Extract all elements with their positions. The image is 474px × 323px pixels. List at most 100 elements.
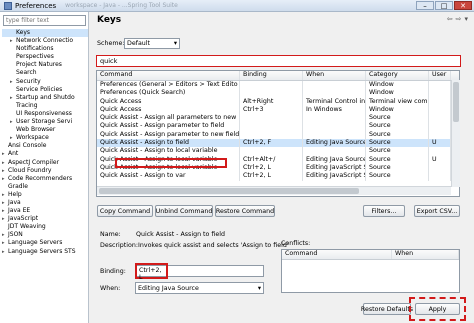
filters-button[interactable]: Filters... <box>363 205 405 217</box>
table-row[interactable]: Quick Assist - Assign to field Ctrl+2, FE… <box>97 139 459 148</box>
tree-item[interactable]: ▸ Code Recommenders <box>2 175 88 183</box>
tree-item[interactable]: ▸ User Storage Servi <box>2 118 88 126</box>
tree-item[interactable]: ▸ Java EE <box>2 207 88 215</box>
preferences-tree-pane: Keys▸Network ConnectioNotificationsPersp… <box>0 12 89 323</box>
table-row[interactable]: Quick Assist - Assign all parameters to … <box>97 114 459 123</box>
col-user[interactable]: User <box>429 71 451 80</box>
search-input[interactable]: quick <box>96 55 461 67</box>
table-cell <box>240 130 303 140</box>
tree-item[interactable]: ▸ JSON <box>2 231 88 239</box>
conflicts-col-when[interactable]: When <box>392 250 459 259</box>
export-csv-button[interactable]: Export CSV... <box>414 205 460 217</box>
menu-chevron-icon[interactable]: ▾ <box>464 15 468 23</box>
unbind-command-button[interactable]: Unbind Command <box>155 205 213 217</box>
vertical-scrollbar[interactable] <box>451 80 460 187</box>
tree-item[interactable]: ▸ Security <box>2 78 88 86</box>
table-cell: Source <box>366 155 429 164</box>
tree-item[interactable]: Notifications <box>2 45 88 53</box>
table-cell: Window <box>366 89 429 98</box>
filter-input[interactable] <box>3 15 86 26</box>
chevron-down-icon: ▾ <box>257 284 261 292</box>
col-command[interactable]: Command <box>97 71 240 80</box>
tree-item[interactable]: Gradle <box>2 183 88 191</box>
tree-item[interactable]: Perspectives <box>2 53 88 61</box>
scheme-select[interactable]: Default ▾ <box>124 38 180 49</box>
table-cell <box>240 114 303 123</box>
table-cell: In Windows <box>303 105 366 115</box>
close-button[interactable]: ✕ <box>454 1 472 10</box>
tree-item[interactable]: ▸ Cloud Foundry <box>2 167 88 175</box>
tree-item-label: Service Policies <box>16 85 63 93</box>
tree-item[interactable]: ▸ Java <box>2 199 88 207</box>
minimize-button[interactable]: – <box>416 1 434 10</box>
tree-item[interactable]: ▸ Language Servers <box>2 239 88 247</box>
window-subtitle: workspace - Java - ...Spring Tool Suite <box>65 2 178 9</box>
page-title: Keys <box>97 15 122 25</box>
forward-arrow-icon[interactable]: ⇨ <box>456 15 462 23</box>
copy-command-button[interactable]: Copy Command <box>97 205 153 217</box>
tree-item-label: JDT Weaving <box>8 223 46 231</box>
table-cell: Editing JavaScript S... <box>303 163 366 173</box>
table-cell: Quick Assist - Assign to field <box>97 139 240 148</box>
conflicts-header: Command When <box>282 250 459 260</box>
table-row[interactable]: Preferences (Quick Search) Window <box>97 89 459 98</box>
table-cell: Editing Java Source <box>303 155 366 164</box>
table-cell <box>429 105 451 115</box>
tree-item[interactable]: JDT Weaving <box>2 223 88 231</box>
tree-item[interactable]: ▸ Startup and Shutdo <box>2 94 88 102</box>
table-row[interactable]: Preferences (General > Editors > Text Ed… <box>97 81 459 90</box>
table-cell <box>240 81 303 90</box>
tree-item[interactable]: ▸ Network Connectio <box>2 37 88 45</box>
tree-item-label: Tracing <box>16 101 38 109</box>
tree-item-label: Ansi Console <box>8 142 47 150</box>
tree-item[interactable]: Search <box>2 69 88 77</box>
table-cell <box>303 122 366 131</box>
table-row[interactable]: Quick Assist - Assign to var Ctrl+2, L Edi… <box>97 172 459 181</box>
col-category[interactable]: Category <box>366 71 429 80</box>
table-cell <box>429 122 451 131</box>
table-row[interactable]: Quick Access Alt+Right Terminal Control in… <box>97 97 459 106</box>
table-cell <box>429 97 451 106</box>
table-cell <box>303 114 366 123</box>
table-cell <box>429 147 451 156</box>
table-cell <box>303 147 366 156</box>
tree-item[interactable]: ▸ Workspace <box>2 134 88 142</box>
table-row[interactable]: Quick Assist - Assign parameter to field… <box>97 122 459 131</box>
table-cell <box>240 147 303 156</box>
maximize-button[interactable]: □ <box>435 1 453 10</box>
table-cell: Editing JavaScript S... <box>303 172 366 181</box>
col-when[interactable]: When <box>303 71 366 80</box>
tree-item[interactable]: ▸ Help <box>2 191 88 199</box>
binding-value-box: Ctrl+2, L <box>135 263 168 281</box>
conflicts-col-command[interactable]: Command <box>282 250 392 259</box>
tree-item[interactable]: Project Natures <box>2 61 88 69</box>
app-icon <box>4 1 12 10</box>
commands-table: Command Binding When Category User Prefe… <box>96 70 460 197</box>
tree-item[interactable]: Ansi Console <box>2 142 88 150</box>
restore-command-button[interactable]: Restore Command <box>215 205 275 217</box>
tree-item[interactable]: ▸ JavaScript <box>2 215 88 223</box>
table-row[interactable]: Quick Access Ctrl+3 In Windows Window <box>97 105 459 115</box>
restore-defaults-button[interactable]: Restore Defaults <box>361 303 413 315</box>
tree-item[interactable]: ▸ Language Servers STS <box>2 248 88 256</box>
tree-item[interactable]: ▸ Ant <box>2 150 88 158</box>
col-binding[interactable]: Binding <box>240 71 303 80</box>
tree-item[interactable]: UI Responsiveness <box>2 110 88 118</box>
table-cell: Window <box>366 81 429 90</box>
tree-item[interactable]: Tracing <box>2 102 88 110</box>
tree-item[interactable]: Keys <box>2 29 88 38</box>
table-cell: Source <box>366 139 429 148</box>
tree-item[interactable]: Service Policies <box>2 86 88 94</box>
tree-item[interactable]: ▸ AspectJ Compiler <box>2 159 88 167</box>
tree-item-label: Gradle <box>8 182 28 190</box>
table-row[interactable]: Quick Assist - Assign to local variable S… <box>97 147 459 156</box>
table-cell: Quick Access <box>97 97 240 106</box>
when-select[interactable]: Editing Java Source ▾ <box>135 282 264 294</box>
table-cell: Ctrl+3 <box>240 105 303 115</box>
horizontal-scrollbar[interactable] <box>97 186 451 195</box>
table-cell: Quick Assist - Assign all parameters to … <box>97 114 240 123</box>
table-row[interactable]: Quick Assist - Assign parameter to new f… <box>97 130 459 140</box>
tree-item[interactable]: Web Browser <box>2 126 88 134</box>
apply-annotation-box <box>409 297 466 321</box>
back-arrow-icon[interactable]: ⇦ <box>447 15 453 23</box>
